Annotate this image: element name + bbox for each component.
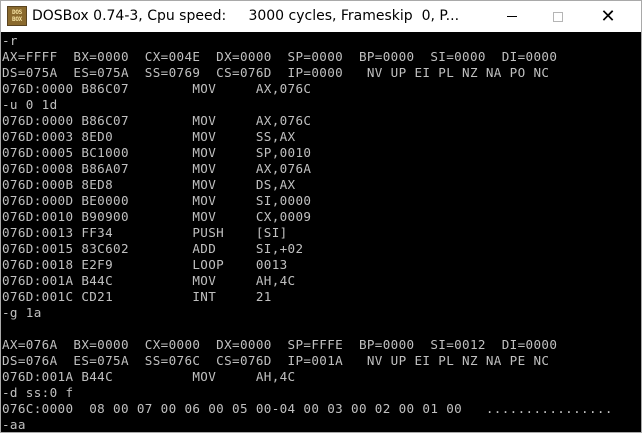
- console-line: 076D:0015 83C602 ADD SI,+02: [2, 241, 613, 257]
- console-line-text: 076D:0000 B86C07 MOV AX,076C: [2, 81, 312, 96]
- console-line: 076D:000D BE0000 MOV SI,0000: [2, 193, 613, 209]
- console-line: 076D:0018 E2F9 LOOP 0013: [2, 257, 613, 273]
- console-line: -u 0 1d: [2, 97, 613, 113]
- console-line: 076D:0008 B86A07 MOV AX,076A: [2, 161, 613, 177]
- console-line: 076D:0013 FF34 PUSH [SI]: [2, 225, 613, 241]
- console-line: -r: [2, 33, 613, 49]
- console-line: -d ss:0 f: [2, 385, 613, 401]
- console-line-text: 076D:001A B44C MOV AH,4C: [2, 369, 296, 384]
- console-line: 076D:0003 8ED0 MOV SS,AX: [2, 129, 613, 145]
- console-line-text: 076D:000D BE0000 MOV SI,0000: [2, 193, 312, 208]
- console-line-text: 076D:0008 B86A07 MOV AX,076A: [2, 161, 312, 176]
- minimize-icon: [507, 16, 517, 17]
- console-line-text: 076D:0013 FF34 PUSH [SI]: [2, 225, 288, 240]
- console-line-text: DS=075A ES=075A SS=0769 CS=076D IP=0000 …: [2, 65, 550, 80]
- console-line-text: -r: [2, 33, 18, 48]
- console-line: 076D:000B 8ED8 MOV DS,AX: [2, 177, 613, 193]
- console-line-text: -d ss:0 f: [2, 385, 74, 400]
- console-line-text: 076D:0005 BC1000 MOV SP,0010: [2, 145, 312, 160]
- console-line-text: -aa: [2, 417, 26, 432]
- minimize-button[interactable]: [489, 1, 535, 32]
- console-line: 076C:0000 08 00 07 00 06 00 05 00-04 00 …: [2, 401, 613, 417]
- close-button[interactable]: ✕: [585, 1, 631, 32]
- console-line-text: 076D:0018 E2F9 LOOP 0013: [2, 257, 288, 272]
- console-line: 076D:0010 B90900 MOV CX,0009: [2, 209, 613, 225]
- console-line: 076D:0000 B86C07 MOV AX,076C: [2, 81, 613, 97]
- console-line-text: 076D:0010 B90900 MOV CX,0009: [2, 209, 312, 224]
- maximize-icon: [553, 11, 563, 22]
- console-line-text: 076C:0000 08 00 07 00 06 00 05 00-04 00 …: [2, 401, 613, 416]
- console-line-text: -u 0 1d: [2, 97, 58, 112]
- console-line: DS=075A ES=075A SS=0769 CS=076D IP=0000 …: [2, 65, 613, 81]
- console-line: DS=076A ES=075A SS=076C CS=076D IP=001A …: [2, 353, 613, 369]
- console-line: 076D:0000 B86C07 MOV AX,076C: [2, 113, 613, 129]
- console-line: -g 1a: [2, 305, 613, 321]
- maximize-button[interactable]: [535, 1, 581, 32]
- console-line-text: AX=FFFF BX=0000 CX=004E DX=0000 SP=0000 …: [2, 49, 558, 64]
- dosbox-window: DOS BOX DOSBox 0.74-3, Cpu speed: 3000 c…: [0, 0, 642, 433]
- console-line: 076D:0005 BC1000 MOV SP,0010: [2, 145, 613, 161]
- console-line-text: DS=076A ES=075A SS=076C CS=076D IP=001A …: [2, 353, 550, 368]
- title-bar[interactable]: DOS BOX DOSBox 0.74-3, Cpu speed: 3000 c…: [1, 1, 641, 32]
- console-screen[interactable]: -r AX=FFFF BX=0000 CX=004E DX=0000 SP=000…: [1, 32, 641, 432]
- console-line-text: 076D:001A B44C MOV AH,4C: [2, 273, 296, 288]
- console-line-text: 076D:000B 8ED8 MOV DS,AX: [2, 177, 296, 192]
- console-line: 076D:001A B44C MOV AH,4C: [2, 369, 613, 385]
- console-line-text: 076D:001C CD21 INT 21: [2, 289, 272, 304]
- console-line-text: 076D:0015 83C602 ADD SI,+02: [2, 241, 304, 256]
- console-line: 076D:001C CD21 INT 21: [2, 289, 613, 305]
- console-line: 076D:001A B44C MOV AH,4C: [2, 273, 613, 289]
- console-line-text: 076D:0003 8ED0 MOV SS,AX: [2, 129, 296, 144]
- console-line-text: 076D:0000 B86C07 MOV AX,076C: [2, 113, 312, 128]
- console-line: AX=076A BX=0000 CX=0000 DX=0000 SP=FFFE …: [2, 337, 613, 353]
- close-icon: ✕: [600, 5, 616, 27]
- dosbox-app-icon[interactable]: DOS BOX: [7, 6, 27, 26]
- console-line: AX=FFFF BX=0000 CX=004E DX=0000 SP=0000 …: [2, 49, 613, 65]
- console-output: -r AX=FFFF BX=0000 CX=004E DX=0000 SP=000…: [2, 33, 613, 432]
- console-line-text: -g 1a: [2, 305, 42, 320]
- console-line: -aa: [2, 417, 613, 432]
- console-line-text: AX=076A BX=0000 CX=0000 DX=0000 SP=FFFE …: [2, 337, 558, 352]
- window-title: DOSBox 0.74-3, Cpu speed: 3000 cycles, F…: [32, 8, 460, 24]
